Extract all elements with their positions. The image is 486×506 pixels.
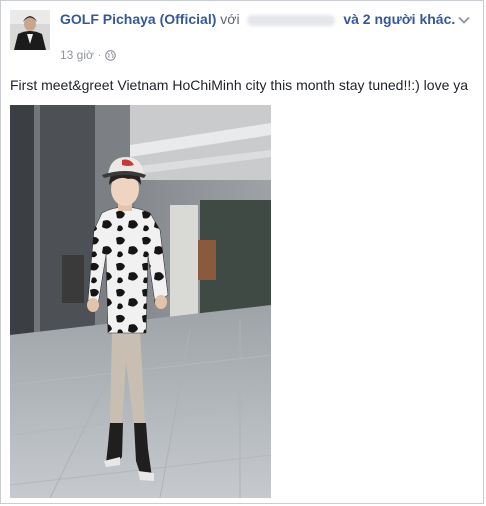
tagged-friend-blurred[interactable] (247, 14, 336, 26)
post-caption: First meet&greet Vietnam HoChiMinh city … (10, 77, 469, 93)
author-name[interactable]: GOLF Pichaya (Official) (60, 11, 216, 27)
chevron-down-icon[interactable] (457, 13, 471, 27)
facebook-post: GOLF Pichaya (Official) với và 2 người k… (0, 0, 484, 504)
post-header: GOLF Pichaya (Official) với và 2 người k… (60, 10, 460, 29)
author-avatar[interactable] (10, 10, 50, 50)
post-photo[interactable] (10, 105, 271, 498)
others-link[interactable]: và 2 người khác. (343, 11, 455, 27)
post-meta: 13 giờ · (60, 48, 117, 62)
meta-separator: · (97, 49, 102, 61)
with-label: với (220, 11, 240, 27)
timestamp[interactable]: 13 giờ (60, 48, 94, 62)
globe-icon[interactable] (105, 49, 117, 61)
